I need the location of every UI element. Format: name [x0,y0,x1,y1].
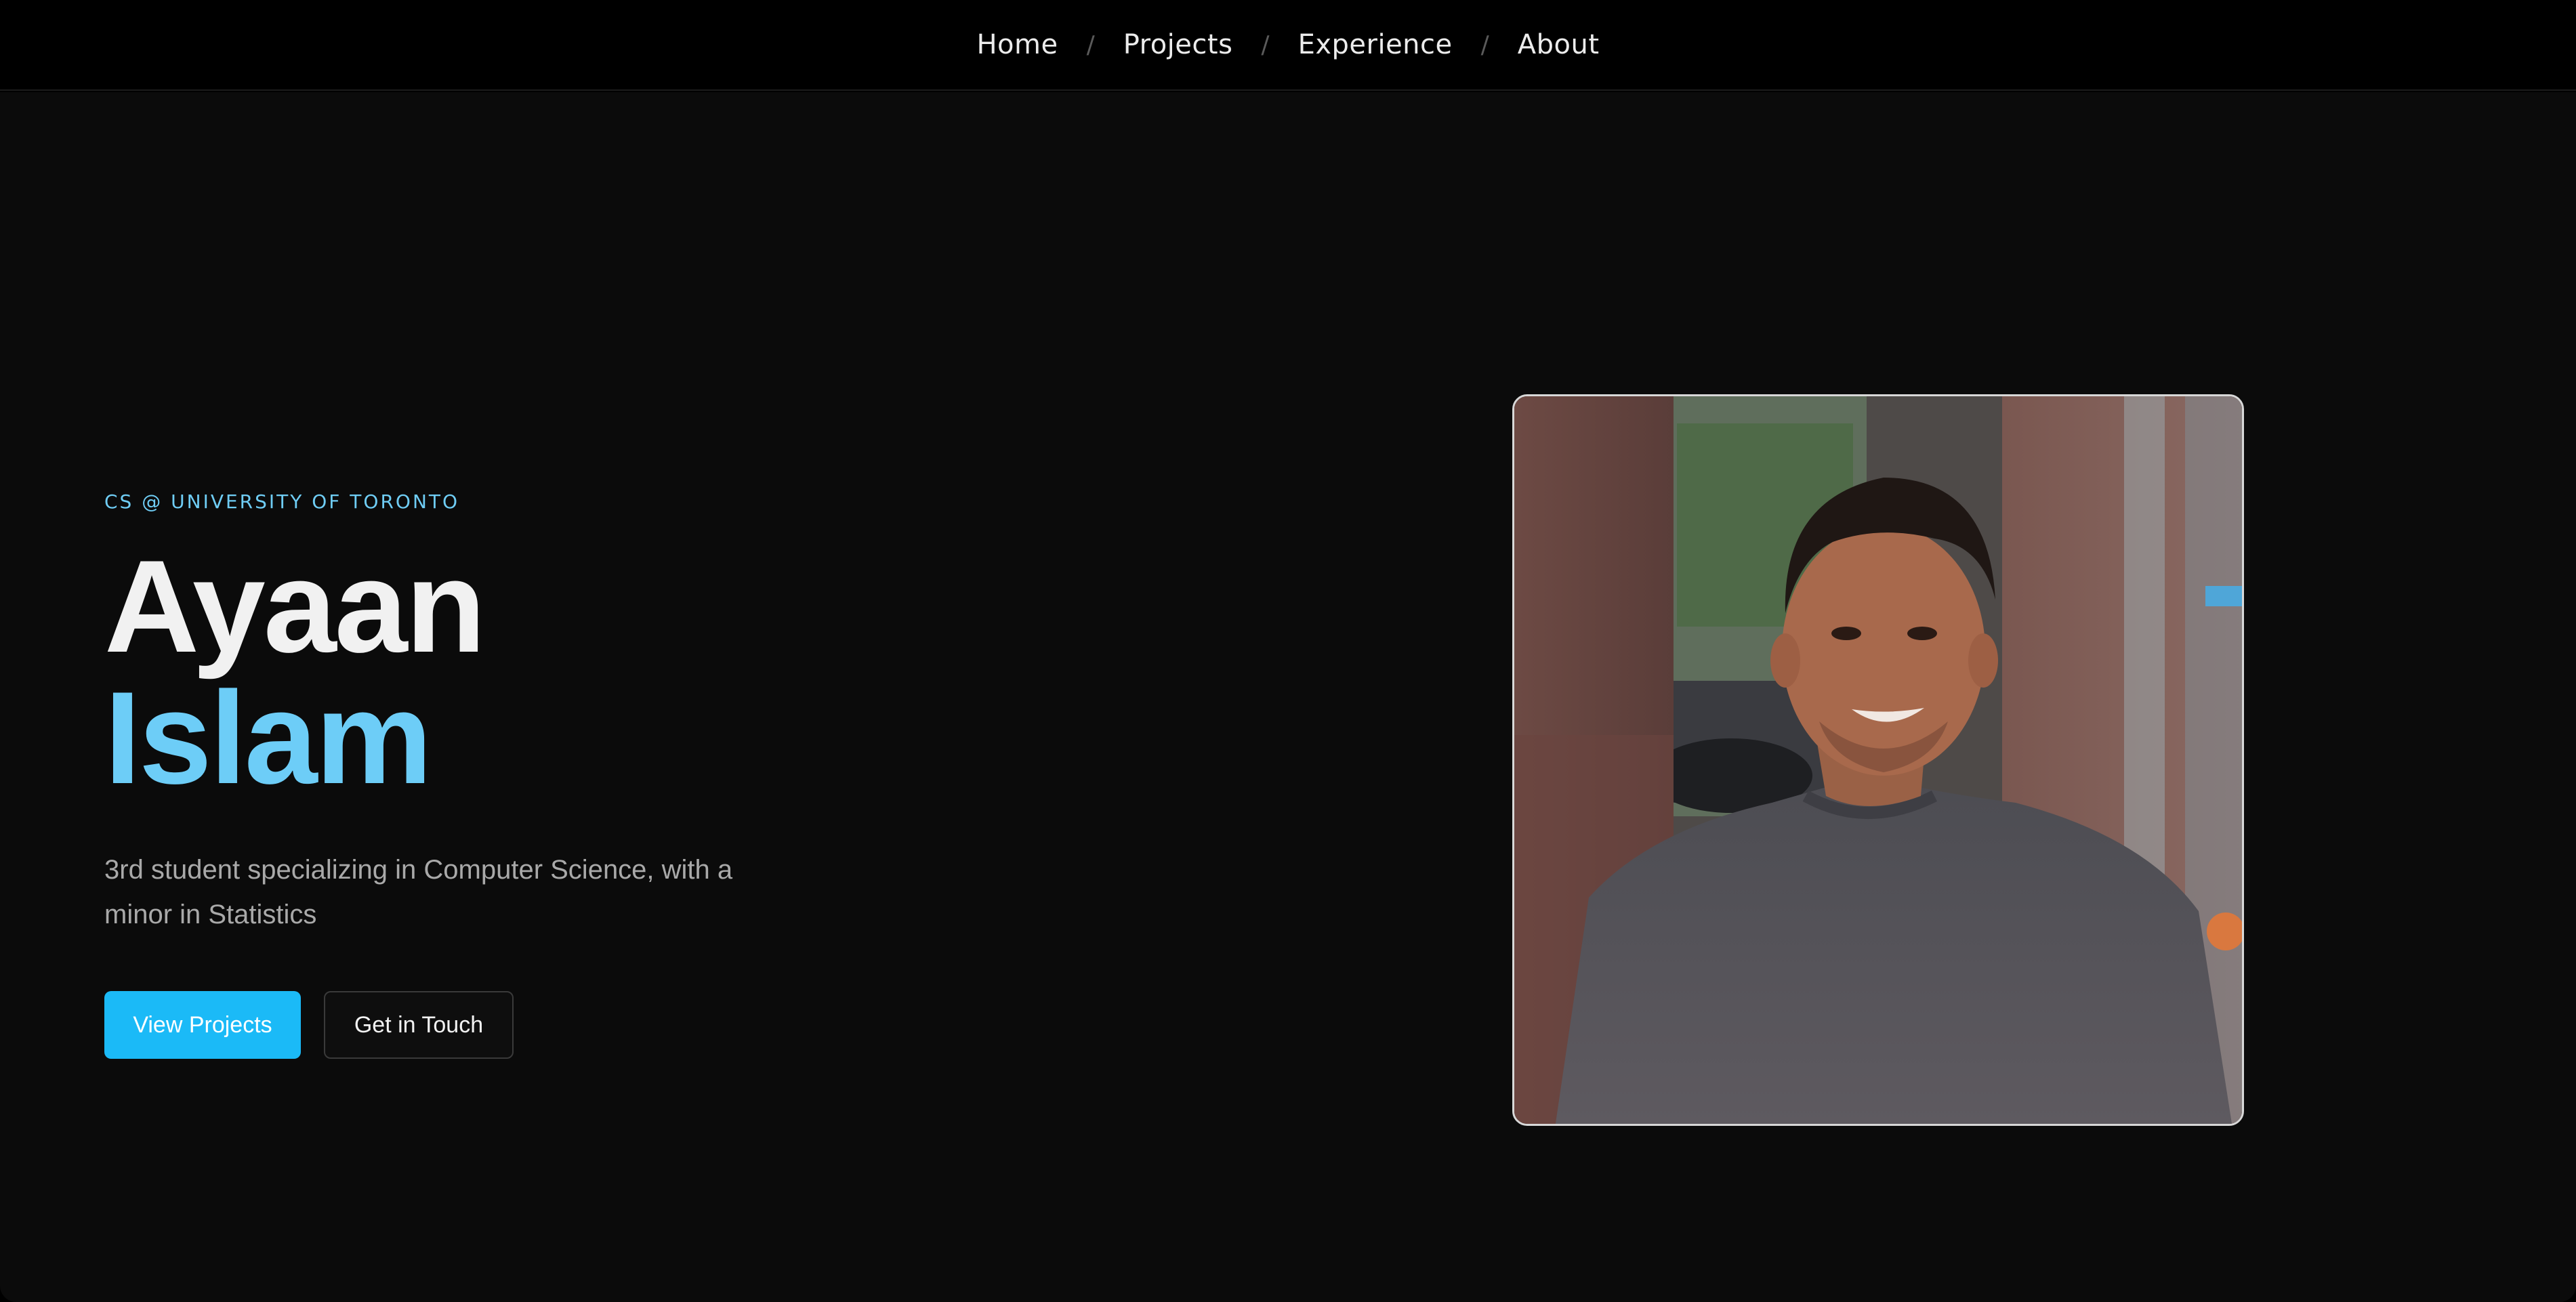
hero-first-name: Ayaan [104,533,486,680]
nav-separator: / [1261,30,1270,59]
hero-last-name: Islam [104,665,432,812]
view-projects-button[interactable]: View Projects [104,991,301,1059]
hero-intro: CS @ UNIVERSITY OF TORONTO Ayaan Islam 3… [104,490,782,1059]
nav-about-link[interactable]: About [1518,29,1600,60]
nav-separator: / [1480,30,1489,59]
hero-actions: View Projects Get in Touch [104,991,782,1059]
nav-links: Home / Projects / Experience / About [976,29,1599,60]
portrait-photo-illustration [1514,396,2242,1124]
nav-home-link[interactable]: Home [976,29,1058,60]
nav-projects-link[interactable]: Projects [1123,29,1233,60]
top-navigation: Home / Projects / Experience / About [0,0,2576,91]
profile-photo [1512,394,2244,1126]
hero-section: CS @ UNIVERSITY OF TORONTO Ayaan Islam 3… [0,92,2576,1302]
hero-eyebrow: CS @ UNIVERSITY OF TORONTO [104,490,460,513]
nav-experience-link[interactable]: Experience [1298,29,1453,60]
hero-tagline: 3rd student specializing in Computer Sci… [104,855,733,929]
nav-separator: / [1086,30,1095,59]
get-in-touch-button[interactable]: Get in Touch [324,991,514,1059]
